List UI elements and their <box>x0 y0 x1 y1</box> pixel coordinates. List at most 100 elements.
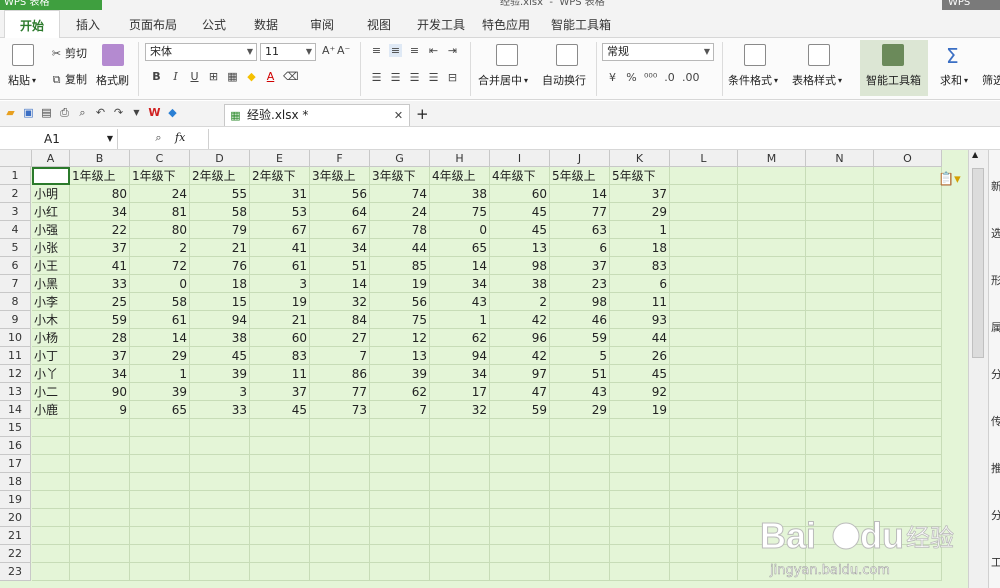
column-header-J[interactable]: J <box>550 150 610 167</box>
cell-M13[interactable] <box>738 383 806 401</box>
cell-I6[interactable]: 98 <box>490 257 550 275</box>
select-all-corner[interactable] <box>0 150 32 167</box>
cell-A21[interactable] <box>32 527 70 545</box>
row-header-7[interactable]: 7 <box>0 275 31 293</box>
cell-J14[interactable]: 29 <box>550 401 610 419</box>
cell-I16[interactable] <box>490 437 550 455</box>
cell-G9[interactable]: 75 <box>370 311 430 329</box>
cell-N1[interactable] <box>806 167 874 185</box>
cut-button[interactable]: ✂ 剪切 <box>50 45 87 61</box>
cell-F16[interactable] <box>310 437 370 455</box>
indent-increase-icon[interactable]: ⇥ <box>446 44 459 57</box>
font-size-select[interactable]: 11 ▼ <box>260 43 316 61</box>
cell-G19[interactable] <box>370 491 430 509</box>
cell-K20[interactable] <box>610 509 670 527</box>
cell-O23[interactable] <box>874 563 942 581</box>
cell-N16[interactable] <box>806 437 874 455</box>
cell-A14[interactable]: 小鹿 <box>32 401 70 419</box>
cell-C15[interactable] <box>130 419 190 437</box>
cell-B13[interactable]: 90 <box>70 383 130 401</box>
cell-O14[interactable] <box>874 401 942 419</box>
cell-D2[interactable]: 55 <box>190 185 250 203</box>
cell-E19[interactable] <box>250 491 310 509</box>
cell-D22[interactable] <box>190 545 250 563</box>
cell-F19[interactable] <box>310 491 370 509</box>
wrap-text-icon[interactable] <box>556 44 578 66</box>
undo-icon[interactable]: ↶ <box>94 106 107 119</box>
cell-N7[interactable] <box>806 275 874 293</box>
cell-B1[interactable]: 1年级上 <box>70 167 130 185</box>
spreadsheet-grid[interactable]: A B C D E F G H I J K L M N O 1 2 3 4 5 6 7 8 9 10 11 12 13 14 15 16 17… <box>0 150 968 588</box>
cell-O11[interactable] <box>874 347 942 365</box>
cell-D20[interactable] <box>190 509 250 527</box>
cube-icon[interactable]: ◆ <box>166 106 179 119</box>
cell-E21[interactable] <box>250 527 310 545</box>
cell-I22[interactable] <box>490 545 550 563</box>
cell-L14[interactable] <box>670 401 738 419</box>
cell-B17[interactable] <box>70 455 130 473</box>
cell-F1[interactable]: 3年级上 <box>310 167 370 185</box>
cell-N12[interactable] <box>806 365 874 383</box>
cell-E18[interactable] <box>250 473 310 491</box>
format-painter-icon[interactable] <box>102 44 124 66</box>
fill-color-icon[interactable]: ◆ <box>245 70 258 83</box>
sidebar-item-6[interactable]: 传 <box>991 413 1000 429</box>
cell-I8[interactable]: 2 <box>490 293 550 311</box>
cell-K8[interactable]: 11 <box>610 293 670 311</box>
row-header-16[interactable]: 16 <box>0 437 31 455</box>
cell-A3[interactable]: 小红 <box>32 203 70 221</box>
align-center-icon[interactable]: ☰ <box>389 71 402 84</box>
cell-C9[interactable]: 61 <box>130 311 190 329</box>
tab-5[interactable]: 数据 <box>244 10 288 38</box>
cell-L4[interactable] <box>670 221 738 239</box>
font-name-select[interactable]: 宋体 ▼ <box>145 43 257 61</box>
cell-H20[interactable] <box>430 509 490 527</box>
wps-logo-icon[interactable]: W <box>148 106 161 119</box>
tab-6[interactable]: 审阅 <box>296 10 348 38</box>
row-header-11[interactable]: 11 <box>0 347 31 365</box>
cell-O5[interactable] <box>874 239 942 257</box>
cell-O9[interactable] <box>874 311 942 329</box>
column-header-D[interactable]: D <box>190 150 250 167</box>
cell-K1[interactable]: 5年级下 <box>610 167 670 185</box>
cell-E16[interactable] <box>250 437 310 455</box>
column-header-A[interactable]: A <box>32 150 70 167</box>
cell-N17[interactable] <box>806 455 874 473</box>
cell-J7[interactable]: 23 <box>550 275 610 293</box>
cell-H23[interactable] <box>430 563 490 581</box>
save-icon[interactable]: ▣ <box>22 106 35 119</box>
cell-N11[interactable] <box>806 347 874 365</box>
number-format-select[interactable]: 常规 ▼ <box>602 43 714 61</box>
cell-E3[interactable]: 53 <box>250 203 310 221</box>
cell-N10[interactable] <box>806 329 874 347</box>
cell-N13[interactable] <box>806 383 874 401</box>
row-header-22[interactable]: 22 <box>0 545 31 563</box>
cell-J9[interactable]: 46 <box>550 311 610 329</box>
cell-E1[interactable]: 2年级下 <box>250 167 310 185</box>
sidebar-item-2[interactable]: 选 <box>991 225 1000 241</box>
cell-K23[interactable] <box>610 563 670 581</box>
cell-D3[interactable]: 58 <box>190 203 250 221</box>
cell-C18[interactable] <box>130 473 190 491</box>
cell-K6[interactable]: 83 <box>610 257 670 275</box>
cell-M11[interactable] <box>738 347 806 365</box>
cell-L6[interactable] <box>670 257 738 275</box>
cell-D9[interactable]: 94 <box>190 311 250 329</box>
cell-K10[interactable]: 44 <box>610 329 670 347</box>
italic-icon[interactable]: I <box>169 70 182 83</box>
cell-C16[interactable] <box>130 437 190 455</box>
export-pdf-icon[interactable]: ▤ <box>40 106 53 119</box>
cell-D11[interactable]: 45 <box>190 347 250 365</box>
cell-H3[interactable]: 75 <box>430 203 490 221</box>
cell-I13[interactable]: 47 <box>490 383 550 401</box>
cell-M21[interactable] <box>738 527 806 545</box>
cell-D21[interactable] <box>190 527 250 545</box>
cell-C4[interactable]: 80 <box>130 221 190 239</box>
cell-O22[interactable] <box>874 545 942 563</box>
cell-E17[interactable] <box>250 455 310 473</box>
cell-O21[interactable] <box>874 527 942 545</box>
column-header-N[interactable]: N <box>806 150 874 167</box>
cell-G15[interactable] <box>370 419 430 437</box>
cell-J19[interactable] <box>550 491 610 509</box>
cell-O7[interactable] <box>874 275 942 293</box>
